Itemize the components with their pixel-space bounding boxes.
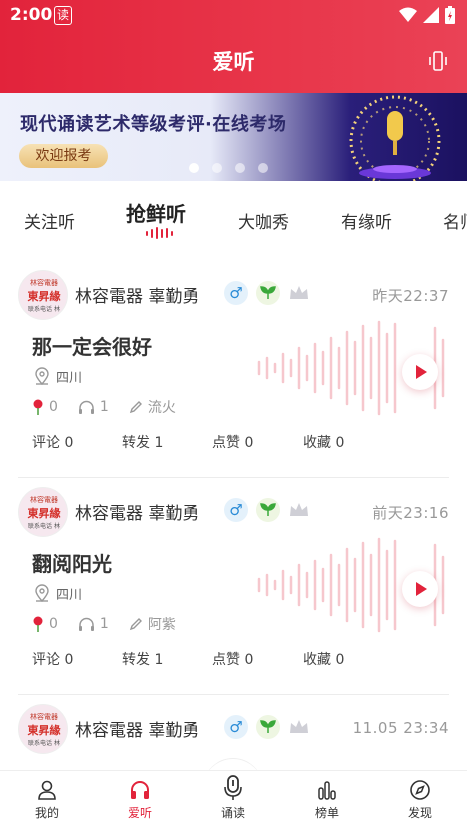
play-icon <box>416 365 427 379</box>
banner-register-button[interactable]: 欢迎报考 <box>19 144 108 168</box>
male-icon: ♂ <box>224 281 248 305</box>
tab-fate[interactable]: 有缘听 <box>341 208 392 233</box>
page-title: 爱听 <box>212 50 255 74</box>
listen-count: 1 <box>99 399 109 415</box>
pagination-dot-active[interactable] <box>189 163 199 173</box>
play-button[interactable] <box>402 571 438 607</box>
location-label: 四川 <box>56 370 83 386</box>
pagination-dot[interactable] <box>258 163 268 173</box>
headphones-small-icon <box>78 617 94 631</box>
pen-icon <box>129 401 142 414</box>
play-button[interactable] <box>402 354 438 390</box>
post-date: 前天23:16 <box>372 504 449 522</box>
post-stats: 0 1 流火 <box>32 397 196 417</box>
reader-notification-icon: 读 <box>54 6 72 25</box>
like-button[interactable]: 点赞 0 <box>212 432 253 452</box>
crown-badge-icon <box>290 503 308 516</box>
banner-headline: 现代诵读艺术等级考评·在线考场 <box>20 114 287 135</box>
location-label: 四川 <box>56 587 83 603</box>
flower-count: 0 <box>49 616 58 632</box>
repost-button[interactable]: 转发 1 <box>122 649 163 669</box>
repost-button[interactable]: 转发 1 <box>122 432 163 452</box>
favorite-button[interactable]: 收藏 0 <box>303 432 344 452</box>
post-stats: 0 1 阿紫 <box>32 614 196 634</box>
banner-pagination <box>189 163 268 173</box>
post-title[interactable]: 那一定会很好 <box>32 331 152 360</box>
like-button[interactable]: 点赞 0 <box>212 649 253 669</box>
phone-vibrate-icon[interactable] <box>427 50 449 72</box>
signal-icon <box>423 7 439 23</box>
category-tabs: 关注听 抢鲜听 大咖秀 有缘听 名师 <box>0 181 467 256</box>
username[interactable]: 林容電器 辜勤勇 <box>75 716 199 741</box>
nav-recite[interactable]: 诵读 <box>193 771 273 830</box>
tab-following[interactable]: 关注听 <box>24 208 75 233</box>
divider <box>18 694 449 695</box>
nav-discover[interactable]: 发现 <box>380 771 460 830</box>
post-location: 四川 <box>34 366 82 386</box>
pagination-dot[interactable] <box>212 163 222 173</box>
location-pin-icon <box>35 367 49 385</box>
person-icon <box>38 780 56 800</box>
crown-badge-icon <box>290 720 308 733</box>
tab-celebrity[interactable]: 大咖秀 <box>238 208 289 233</box>
nav-listen[interactable]: 爱听 <box>100 771 180 830</box>
divider <box>18 477 449 478</box>
post-author[interactable]: 阿紫 <box>148 614 176 634</box>
post-card[interactable]: 林容電器 東昇緣 联系电话 林 林容電器 辜勤勇 ♂ 昨天22:37 那一定会很… <box>0 262 467 478</box>
post-date: 昨天22:37 <box>372 287 449 305</box>
flower-count: 0 <box>49 399 58 415</box>
avatar[interactable]: 林容電器 東昇緣 联系电话 林 <box>18 487 68 537</box>
status-bar: 2:00 读 <box>0 0 467 32</box>
compass-icon <box>410 780 430 800</box>
headphones-icon <box>131 781 149 799</box>
rose-icon <box>33 399 43 415</box>
sprout-badge-icon <box>256 281 280 305</box>
avatar[interactable]: 林容電器 東昇緣 联系电话 林 <box>18 704 68 754</box>
play-icon <box>416 582 427 596</box>
bottom-navigation: 我的 爱听 诵读 榜单 发现 <box>0 770 467 830</box>
app-header: 2:00 读 爱听 <box>0 0 467 93</box>
headphones-small-icon <box>78 400 94 414</box>
status-time: 2:00 <box>10 5 53 25</box>
avatar[interactable]: 林容電器 東昇緣 联系电话 林 <box>18 270 68 320</box>
battery-icon <box>445 6 455 24</box>
tab-fresh[interactable]: 抢鲜听 <box>126 198 186 227</box>
tab-teacher[interactable]: 名师 <box>443 208 467 233</box>
status-icons <box>399 6 455 24</box>
crown-badge-icon <box>290 286 308 299</box>
post-author[interactable]: 流火 <box>148 397 176 417</box>
favorite-button[interactable]: 收藏 0 <box>303 649 344 669</box>
username[interactable]: 林容電器 辜勤勇 <box>75 499 199 524</box>
comment-button[interactable]: 评论 0 <box>32 432 73 452</box>
microphone-icon <box>224 775 242 800</box>
username[interactable]: 林容電器 辜勤勇 <box>75 282 199 307</box>
microphone-illustration <box>349 95 441 181</box>
listen-count: 1 <box>99 616 109 632</box>
pagination-dot[interactable] <box>235 163 245 173</box>
active-tab-wave-icon <box>146 227 173 239</box>
pen-icon <box>129 618 142 631</box>
sprout-badge-icon <box>256 715 280 739</box>
post-title[interactable]: 翻阅阳光 <box>32 548 112 577</box>
nav-mine[interactable]: 我的 <box>7 771 87 830</box>
male-icon: ♂ <box>224 498 248 522</box>
nav-ranking[interactable]: 榜单 <box>287 771 367 830</box>
location-pin-icon <box>35 584 49 602</box>
post-date: 11.05 23:34 <box>352 719 449 737</box>
post-location: 四川 <box>34 583 82 603</box>
sprout-badge-icon <box>256 498 280 522</box>
comment-button[interactable]: 评论 0 <box>32 649 73 669</box>
rose-icon <box>33 616 43 632</box>
post-card[interactable]: 林容電器 東昇緣 联系电话 林 林容電器 辜勤勇 ♂ 前天23:16 翻阅阳光 … <box>0 479 467 695</box>
bar-chart-icon <box>318 781 336 800</box>
male-icon: ♂ <box>224 715 248 739</box>
wifi-icon <box>399 7 417 22</box>
